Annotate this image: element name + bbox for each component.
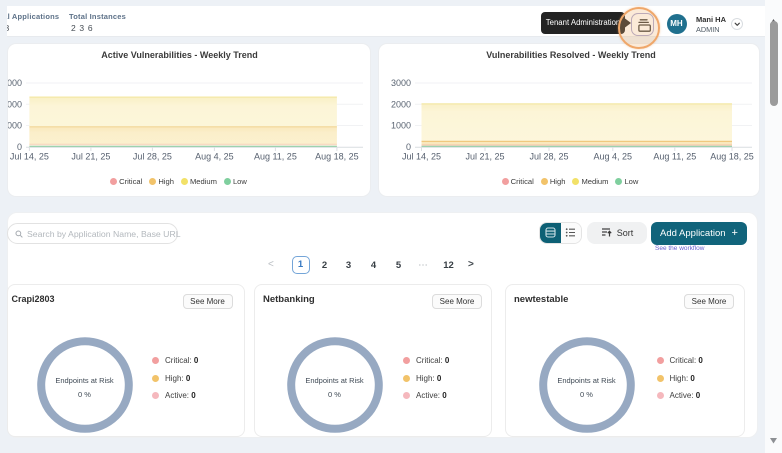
svg-text:3000: 3000 <box>391 78 411 88</box>
svg-text:0: 0 <box>17 142 22 152</box>
svg-text:Jul 14, 25: Jul 14, 25 <box>10 152 49 162</box>
svg-text:Jul 21, 25: Jul 21, 25 <box>71 152 110 162</box>
svg-text:Aug 4, 25: Aug 4, 25 <box>195 152 234 162</box>
svg-text:Aug 18, 25: Aug 18, 25 <box>315 152 359 162</box>
svg-text:Aug 11, 25: Aug 11, 25 <box>653 152 696 162</box>
svg-text:3000: 3000 <box>8 78 22 88</box>
svg-text:2000: 2000 <box>391 99 411 109</box>
svg-text:Jul 28, 25: Jul 28, 25 <box>133 152 172 162</box>
svg-text:Jul 28, 25: Jul 28, 25 <box>529 152 568 162</box>
svg-text:Jul 14, 25: Jul 14, 25 <box>402 152 441 162</box>
svg-text:Jul 21, 25: Jul 21, 25 <box>465 152 504 162</box>
svg-text:0: 0 <box>406 142 411 152</box>
svg-text:Aug 4, 25: Aug 4, 25 <box>594 152 633 162</box>
svg-text:Aug 18, 25: Aug 18, 25 <box>710 152 754 162</box>
svg-text:Aug 11, 25: Aug 11, 25 <box>254 152 297 162</box>
svg-text:2000: 2000 <box>8 99 22 109</box>
svg-text:1000: 1000 <box>8 121 22 131</box>
svg-text:1000: 1000 <box>391 121 411 131</box>
